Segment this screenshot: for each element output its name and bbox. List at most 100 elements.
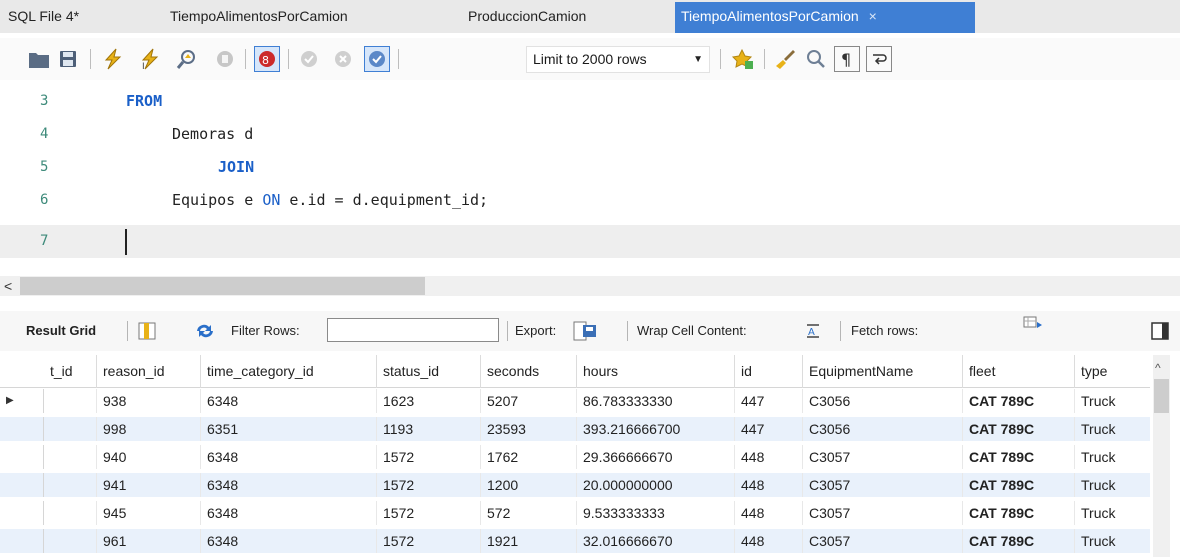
- table-cell[interactable]: Truck: [1074, 473, 1150, 497]
- tab-tiempo-alimentos-active[interactable]: TiempoAlimentosPorCamion ×: [675, 2, 975, 33]
- stop-icon[interactable]: [212, 46, 238, 72]
- table-cell[interactable]: 998: [96, 417, 200, 441]
- table-cell[interactable]: 23593: [480, 417, 576, 441]
- column-header[interactable]: status_id: [376, 355, 480, 388]
- result-grid-label[interactable]: Result Grid: [26, 311, 96, 351]
- row-selector[interactable]: [0, 417, 44, 441]
- table-cell[interactable]: 32.016666670: [576, 529, 734, 553]
- table-cell[interactable]: 447: [734, 417, 802, 441]
- table-row[interactable]: ▶ 938 6348 1623 5207 86.783333330 447 C3056 CAT …: [0, 389, 1150, 413]
- row-selector[interactable]: [0, 445, 44, 469]
- table-cell[interactable]: 961: [96, 529, 200, 553]
- refresh-icon[interactable]: [194, 322, 216, 340]
- column-header[interactable]: t_id: [44, 355, 96, 388]
- scrollbar-thumb[interactable]: [20, 277, 425, 295]
- rollback-icon[interactable]: [330, 46, 356, 72]
- toggle-continue-on-error-icon[interactable]: 8: [254, 46, 280, 72]
- wrap-cell-icon[interactable]: A: [805, 323, 821, 339]
- execute-current-icon[interactable]: I: [137, 46, 163, 72]
- table-cell[interactable]: 6348: [200, 473, 376, 497]
- tab-produccion-camion[interactable]: ProduccionCamion: [462, 2, 592, 33]
- table-cell[interactable]: 393.216666700: [576, 417, 734, 441]
- table-cell[interactable]: 1921: [480, 529, 576, 553]
- open-folder-icon[interactable]: [26, 46, 52, 72]
- fetch-rows-icon[interactable]: [1023, 316, 1043, 332]
- brush-icon[interactable]: [772, 46, 798, 72]
- table-cell[interactable]: 6351: [200, 417, 376, 441]
- table-cell[interactable]: CAT 789C: [962, 529, 1074, 553]
- column-header[interactable]: EquipmentName: [802, 355, 962, 388]
- invisible-chars-icon[interactable]: ¶: [834, 46, 860, 72]
- scroll-left-icon[interactable]: <: [4, 276, 12, 296]
- table-cell[interactable]: 86.783333330: [576, 389, 734, 413]
- horizontal-scrollbar[interactable]: <: [0, 276, 1180, 296]
- table-cell[interactable]: Truck: [1074, 445, 1150, 469]
- table-cell[interactable]: C3057: [802, 529, 962, 553]
- table-cell[interactable]: 448: [734, 501, 802, 525]
- table-cell[interactable]: 9.533333333: [576, 501, 734, 525]
- column-header[interactable]: type: [1074, 355, 1150, 388]
- table-cell[interactable]: C3056: [802, 417, 962, 441]
- table-cell[interactable]: 1762: [480, 445, 576, 469]
- table-row[interactable]: 998 6351 1193 23593 393.216666700 447 C3056 CAT…: [0, 417, 1150, 441]
- result-grid[interactable]: t_id reason_id time_category_id status_i…: [0, 355, 1180, 557]
- row-selector[interactable]: [0, 529, 44, 553]
- limit-rows-select[interactable]: Limit to 2000 rows ▼: [526, 46, 710, 73]
- scroll-up-icon[interactable]: ^: [1155, 361, 1161, 375]
- save-icon[interactable]: [55, 46, 81, 72]
- tab-tiempo-alimentos-1[interactable]: TiempoAlimentosPorCamion: [164, 2, 354, 33]
- table-cell[interactable]: [44, 529, 96, 553]
- table-cell[interactable]: 20.000000000: [576, 473, 734, 497]
- table-cell[interactable]: [44, 473, 96, 497]
- table-cell[interactable]: CAT 789C: [962, 473, 1074, 497]
- wrap-icon[interactable]: [866, 46, 892, 72]
- table-cell[interactable]: 1193: [376, 417, 480, 441]
- table-cell[interactable]: 1572: [376, 501, 480, 525]
- table-cell[interactable]: C3057: [802, 445, 962, 469]
- table-cell[interactable]: C3057: [802, 473, 962, 497]
- table-cell[interactable]: 1623: [376, 389, 480, 413]
- tab-sql-file-4[interactable]: SQL File 4*: [2, 2, 85, 33]
- table-cell[interactable]: 1572: [376, 529, 480, 553]
- table-cell[interactable]: 945: [96, 501, 200, 525]
- execute-icon[interactable]: [100, 46, 126, 72]
- filter-rows-input[interactable]: [327, 318, 499, 342]
- table-cell[interactable]: CAT 789C: [962, 445, 1074, 469]
- vertical-scrollbar[interactable]: ^: [1153, 355, 1170, 557]
- table-cell[interactable]: 29.366666670: [576, 445, 734, 469]
- table-cell[interactable]: [44, 389, 96, 413]
- table-cell[interactable]: 448: [734, 445, 802, 469]
- column-header[interactable]: time_category_id: [200, 355, 376, 388]
- table-cell[interactable]: 941: [96, 473, 200, 497]
- table-row[interactable]: 940 6348 1572 1762 29.366666670 448 C3057 CAT 7…: [0, 445, 1150, 469]
- table-cell[interactable]: Truck: [1074, 529, 1150, 553]
- find-icon[interactable]: [803, 46, 829, 72]
- table-cell[interactable]: CAT 789C: [962, 389, 1074, 413]
- table-row[interactable]: 961 6348 1572 1921 32.016666670 448 C3057 CAT 7…: [0, 529, 1150, 553]
- table-cell[interactable]: 1200: [480, 473, 576, 497]
- column-header[interactable]: id: [734, 355, 802, 388]
- column-header[interactable]: hours: [576, 355, 734, 388]
- table-cell[interactable]: C3057: [802, 501, 962, 525]
- row-selector[interactable]: ▶: [0, 389, 44, 413]
- table-cell[interactable]: [44, 445, 96, 469]
- table-cell[interactable]: CAT 789C: [962, 501, 1074, 525]
- table-cell[interactable]: 6348: [200, 389, 376, 413]
- toggle-panel-icon[interactable]: [1151, 322, 1169, 340]
- table-cell[interactable]: 1572: [376, 473, 480, 497]
- grid-view-icon[interactable]: [138, 322, 156, 340]
- column-header[interactable]: seconds: [480, 355, 576, 388]
- column-header[interactable]: fleet: [962, 355, 1074, 388]
- sql-editor[interactable]: 3 FROM 4 Demoras d 5 JOIN 6 Equipos e ON…: [0, 85, 1180, 265]
- table-cell[interactable]: 6348: [200, 501, 376, 525]
- table-cell[interactable]: CAT 789C: [962, 417, 1074, 441]
- table-cell[interactable]: 447: [734, 389, 802, 413]
- table-cell[interactable]: [44, 417, 96, 441]
- row-selector[interactable]: [0, 473, 44, 497]
- table-cell[interactable]: 1572: [376, 445, 480, 469]
- table-cell[interactable]: 448: [734, 529, 802, 553]
- scrollbar-thumb[interactable]: [1154, 379, 1169, 413]
- table-cell[interactable]: Truck: [1074, 389, 1150, 413]
- export-icon[interactable]: [573, 320, 597, 342]
- table-cell[interactable]: 448: [734, 473, 802, 497]
